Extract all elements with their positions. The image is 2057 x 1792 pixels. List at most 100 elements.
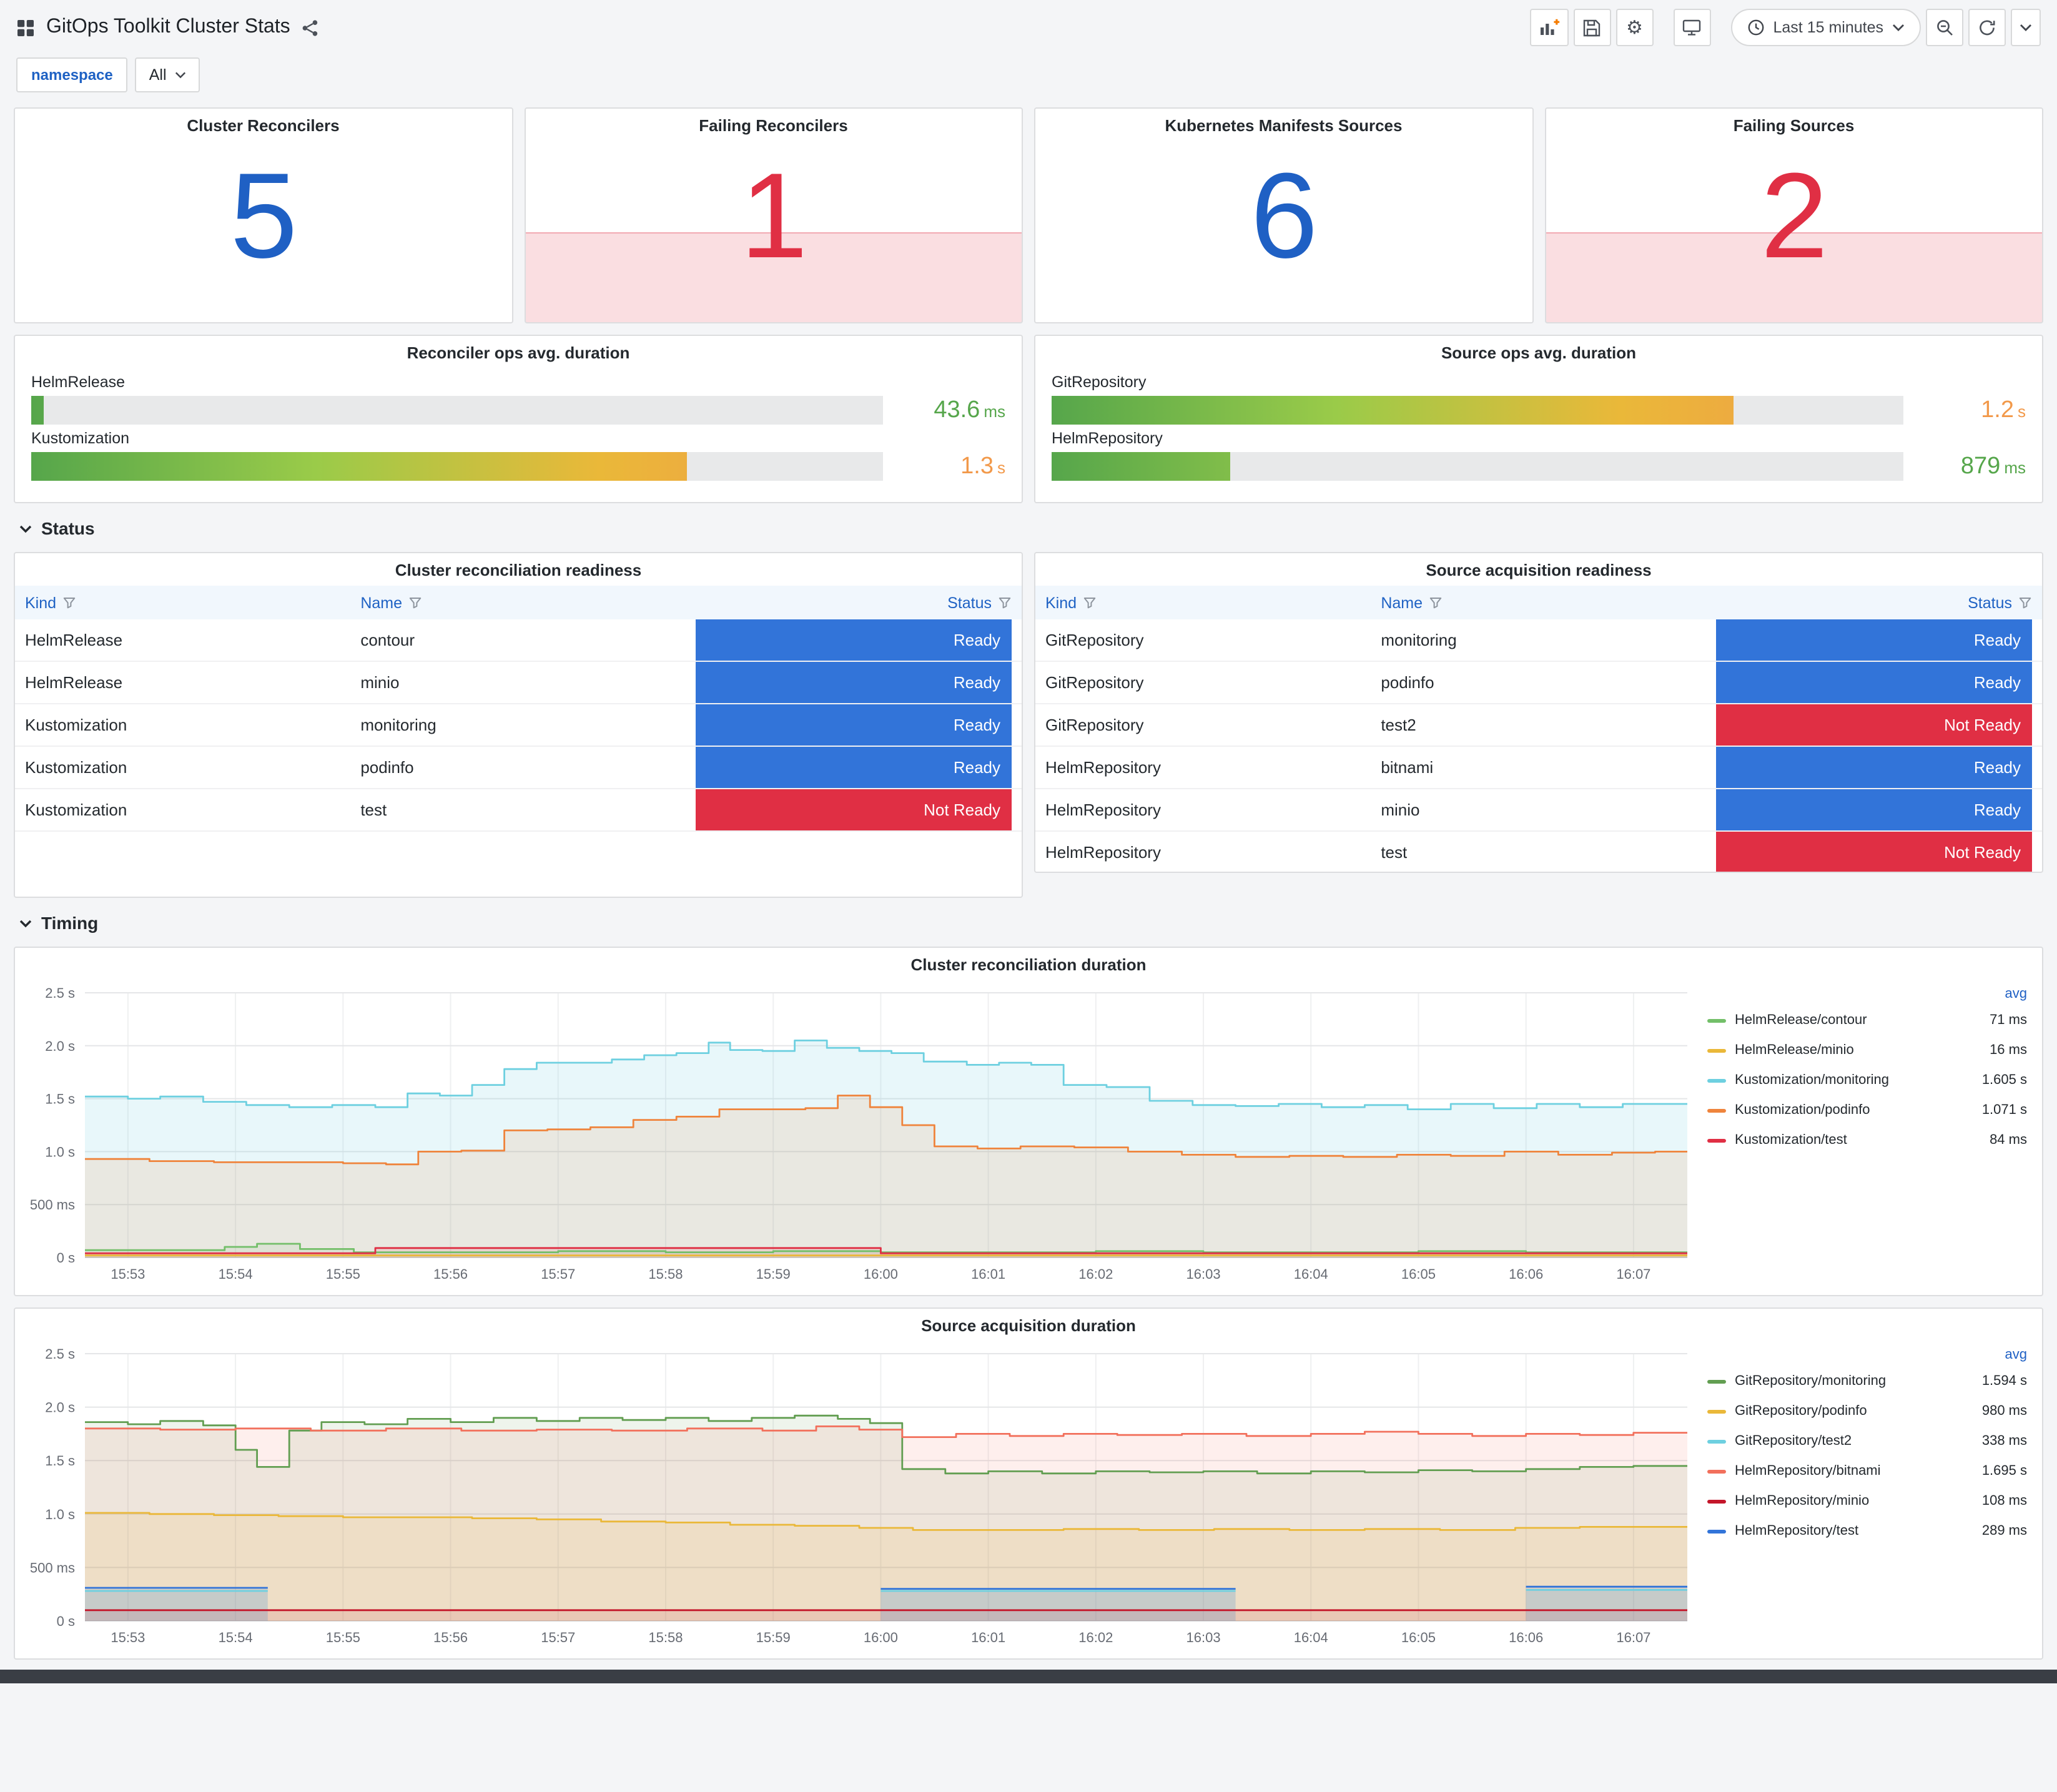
filter-icon[interactable] bbox=[1429, 596, 1443, 609]
table-row: HelmRelease contour Ready bbox=[15, 619, 1022, 662]
tv-mode-button[interactable] bbox=[1673, 9, 1711, 46]
panel-title[interactable]: Reconciler ops avg. duration bbox=[15, 336, 1022, 368]
refresh-interval-dropdown[interactable] bbox=[2011, 9, 2041, 46]
cell-name: test bbox=[1371, 831, 1707, 872]
time-series-plot: 0 s 500 ms 1.0 s 1.5 s 2.0 s 2.5 s 15:53 15:54 1… bbox=[15, 1341, 1702, 1653]
column-header-status[interactable]: Status bbox=[1706, 586, 2042, 619]
filter-icon[interactable] bbox=[1083, 596, 1097, 609]
refresh-button[interactable] bbox=[1968, 9, 2006, 46]
column-header-label: Status bbox=[947, 594, 992, 611]
panel-title[interactable]: Source acquisition duration bbox=[15, 1309, 2042, 1341]
filter-icon[interactable] bbox=[2018, 596, 2032, 609]
series-color-dash bbox=[1707, 1379, 1726, 1383]
legend-avg-header[interactable]: avg bbox=[2005, 1347, 2028, 1362]
series-color-dash bbox=[1707, 1108, 1726, 1112]
svg-text:15:56: 15:56 bbox=[433, 1266, 468, 1282]
readiness-tables-row: Cluster reconciliation readiness Kind Name… bbox=[14, 552, 2043, 898]
svg-text:1.0 s: 1.0 s bbox=[45, 1507, 75, 1522]
svg-text:2.0 s: 2.0 s bbox=[45, 1038, 75, 1054]
table-row: HelmRepository minio Ready bbox=[1035, 789, 2042, 832]
legend-item-kustomization-monitoring[interactable]: Kustomization/monitoring 1.605 s bbox=[1707, 1065, 2027, 1095]
variable-namespace-select[interactable]: All bbox=[135, 57, 200, 92]
bar-gauge-row: 43.6 ms bbox=[31, 396, 1005, 425]
svg-text:16:06: 16:06 bbox=[1509, 1266, 1543, 1282]
stat-panel-failing-reconcilers: Failing Reconcilers 1 bbox=[524, 107, 1023, 323]
zoom-out-icon bbox=[1937, 20, 1953, 36]
legend-item-kustomization-podinfo[interactable]: Kustomization/podinfo 1.071 s bbox=[1707, 1095, 2027, 1125]
svg-text:15:53: 15:53 bbox=[111, 1630, 145, 1645]
value-number: 1.2 bbox=[1981, 396, 2014, 423]
dashboards-grid-icon[interactable] bbox=[16, 18, 35, 37]
section-status-label: Status bbox=[41, 518, 95, 538]
filter-icon[interactable] bbox=[62, 596, 76, 609]
section-status[interactable]: Status bbox=[19, 514, 2057, 542]
series-avg-value: 980 ms bbox=[1981, 1404, 2027, 1419]
series-color-dash bbox=[1707, 1018, 1726, 1022]
add-panel-button[interactable] bbox=[1529, 9, 1569, 46]
legend-item-helmrelease-minio[interactable]: HelmRelease/minio 16 ms bbox=[1707, 1035, 2027, 1065]
svg-text:1.0 s: 1.0 s bbox=[45, 1144, 75, 1159]
svg-text:16:07: 16:07 bbox=[1616, 1630, 1650, 1645]
cell-name: podinfo bbox=[1371, 661, 1707, 704]
legend-item-helmrelease-contour[interactable]: HelmRelease/contour 71 ms bbox=[1707, 1005, 2027, 1035]
panel-title[interactable]: Cluster reconciliation duration bbox=[15, 948, 2042, 980]
svg-text:15:57: 15:57 bbox=[541, 1266, 575, 1282]
column-header-label: Kind bbox=[1045, 594, 1077, 611]
zoom-out-button[interactable] bbox=[1926, 9, 1963, 46]
add-panel-icon bbox=[1540, 18, 1559, 34]
time-range-picker[interactable]: Last 15 minutes bbox=[1730, 9, 1921, 46]
cell-status: Ready bbox=[686, 746, 1022, 789]
column-header-status[interactable]: Status bbox=[686, 586, 1022, 619]
series-name: GitRepository/podinfo bbox=[1735, 1404, 1867, 1419]
legend-item-kustomization-test[interactable]: Kustomization/test 84 ms bbox=[1707, 1125, 2027, 1155]
legend-item-gitrepository-test2[interactable]: GitRepository/test2 338 ms bbox=[1707, 1426, 2027, 1456]
table-row: GitRepository monitoring Ready bbox=[1035, 619, 2042, 662]
cell-status: Ready bbox=[1706, 661, 2042, 704]
legend-item-helmrepository-bitnami[interactable]: HelmRepository/bitnami 1.695 s bbox=[1707, 1456, 2027, 1486]
save-dashboard-button[interactable] bbox=[1573, 9, 1611, 46]
cell-kind: HelmRepository bbox=[1035, 831, 1371, 872]
filter-icon[interactable] bbox=[998, 596, 1012, 609]
legend-item-helmrepository-minio[interactable]: HelmRepository/minio 108 ms bbox=[1707, 1486, 2027, 1516]
column-header-name[interactable]: Name bbox=[350, 586, 686, 619]
chart-legend: avg HelmRelease/contour 71 ms HelmRelease/m… bbox=[1702, 980, 2042, 1290]
filter-icon[interactable] bbox=[408, 596, 422, 609]
share-icon[interactable] bbox=[302, 18, 320, 37]
grafana-dashboard: GitOps Toolkit Cluster Stats ⚙ Last 15 m… bbox=[0, 0, 2057, 1792]
stat-value: 1 bbox=[740, 147, 808, 283]
legend-avg-header[interactable]: avg bbox=[2005, 987, 2028, 1002]
cell-status: Ready bbox=[686, 704, 1022, 747]
column-header-label: Name bbox=[1381, 594, 1423, 611]
cell-status: Not Ready bbox=[1706, 831, 2042, 872]
monitor-icon bbox=[1683, 19, 1701, 36]
section-timing[interactable]: Timing bbox=[19, 909, 2057, 937]
column-header-kind[interactable]: Kind bbox=[15, 586, 351, 619]
panel-title[interactable]: Cluster reconciliation readiness bbox=[15, 553, 1022, 586]
stat-panel-failing-sources: Failing Sources 2 bbox=[1544, 107, 2043, 323]
legend-item-helmrepository-test[interactable]: HelmRepository/test 289 ms bbox=[1707, 1516, 2027, 1546]
cell-name: podinfo bbox=[350, 746, 686, 789]
variable-namespace-label[interactable]: namespace bbox=[16, 57, 128, 92]
cell-status: Not Ready bbox=[1706, 704, 2042, 747]
series-color-dash bbox=[1707, 1409, 1726, 1413]
svg-text:16:01: 16:01 bbox=[971, 1266, 1005, 1282]
cell-name: monitoring bbox=[1371, 619, 1707, 662]
panel-title[interactable]: Source acquisition readiness bbox=[1035, 553, 2042, 586]
cell-name: contour bbox=[350, 619, 686, 662]
panel-title[interactable]: Source ops avg. duration bbox=[1035, 336, 2042, 368]
column-header-label: Status bbox=[1968, 594, 2012, 611]
svg-text:15:58: 15:58 bbox=[648, 1266, 683, 1282]
value-unit: ms bbox=[2004, 458, 2026, 476]
dashboard-settings-button[interactable]: ⚙ bbox=[1616, 9, 1654, 46]
stat-panel-cluster-reconcilers: Cluster Reconcilers 5 bbox=[14, 107, 513, 323]
column-header-kind[interactable]: Kind bbox=[1035, 586, 1371, 619]
series-color-dash bbox=[1707, 1499, 1726, 1503]
variables-bar: namespace All bbox=[0, 55, 2057, 107]
svg-text:16:00: 16:00 bbox=[864, 1266, 898, 1282]
column-header-name[interactable]: Name bbox=[1371, 586, 1707, 619]
readiness-table: Kind Name Status HelmRelease contour Ready Hel… bbox=[15, 586, 1022, 832]
legend-item-gitrepository-podinfo[interactable]: GitRepository/podinfo 980 ms bbox=[1707, 1396, 2027, 1426]
legend-item-gitrepository-monitoring[interactable]: GitRepository/monitoring 1.594 s bbox=[1707, 1366, 2027, 1396]
gear-icon: ⚙ bbox=[1626, 17, 1643, 38]
svg-text:16:00: 16:00 bbox=[864, 1630, 898, 1645]
